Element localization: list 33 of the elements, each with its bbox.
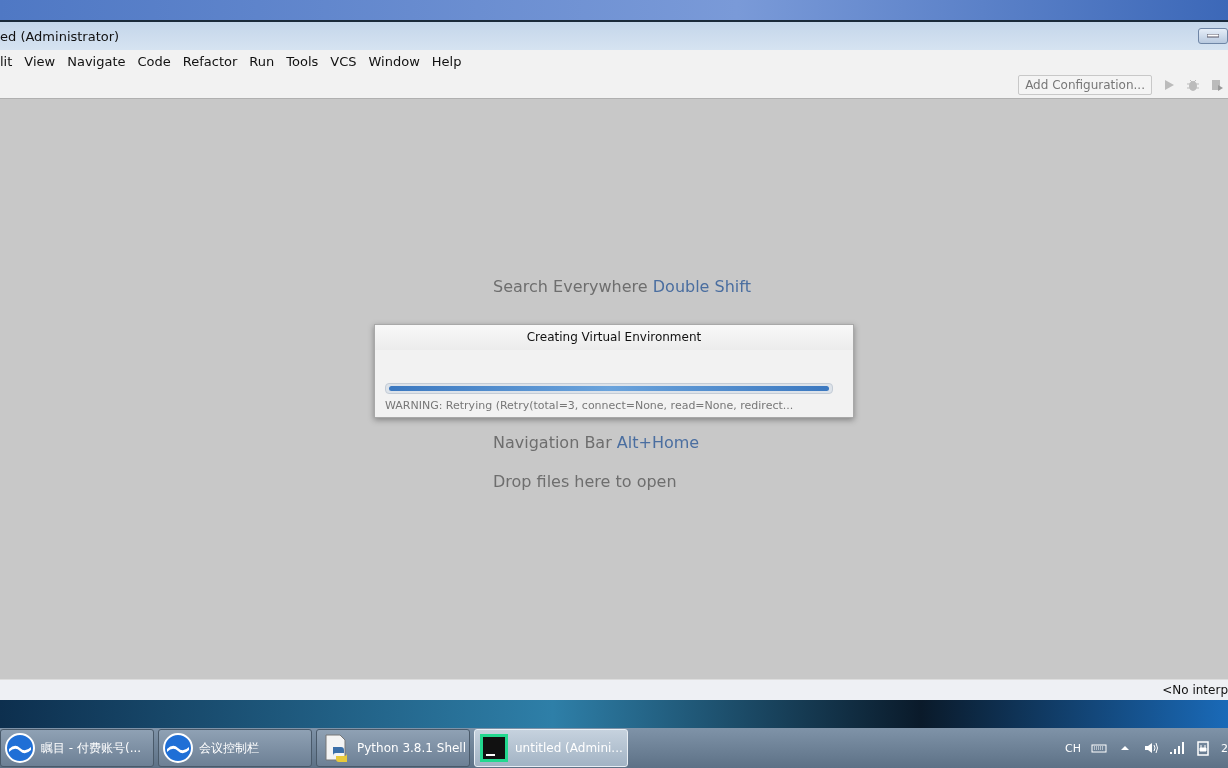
- menu-item[interactable]: Help: [431, 53, 470, 69]
- window-title: ed (Administrator): [0, 28, 120, 44]
- debug-icon[interactable]: [1186, 78, 1200, 92]
- pycharm-logo-icon: [479, 733, 509, 763]
- shortcut-text: Alt+Home: [616, 433, 700, 452]
- speaker-icon[interactable]: [1143, 740, 1159, 756]
- menu-item[interactable]: Run: [249, 53, 283, 69]
- hint-text: Search Everywhere: [493, 277, 648, 296]
- dialog-title: Creating Virtual Environment: [375, 325, 853, 350]
- warning-message: WARNING: Retrying (Retry(total=3, connect=None, read=None, redirect...: [384, 398, 795, 412]
- signal-icon[interactable]: [1169, 740, 1185, 756]
- menu-item[interactable]: Navigate: [67, 53, 134, 69]
- menu-item[interactable]: VCS: [330, 53, 365, 69]
- hint-text: Navigation Bar: [493, 433, 612, 452]
- menu-item[interactable]: Window: [368, 53, 428, 69]
- wave-logo-icon: [163, 733, 193, 763]
- hint-text: Drop files here to open: [493, 472, 677, 491]
- language-indicator[interactable]: CH: [1065, 741, 1081, 755]
- clock[interactable]: 2: [1221, 741, 1228, 755]
- menu-item[interactable]: View: [24, 53, 64, 69]
- menu-item[interactable]: Tools: [286, 53, 327, 69]
- power-plug-icon[interactable]: [1195, 740, 1211, 756]
- wave-logo-icon: [5, 733, 35, 763]
- menu-item[interactable]: Code: [137, 53, 179, 69]
- add-configuration-button[interactable]: Add Configuration...: [1018, 75, 1152, 95]
- minimize-button[interactable]: [1198, 28, 1228, 44]
- interpreter-status[interactable]: <No interp: [1162, 683, 1228, 697]
- menu-item[interactable]: lit: [0, 53, 21, 69]
- run-icon[interactable]: [1162, 78, 1176, 92]
- coverage-icon[interactable]: [1210, 78, 1224, 92]
- shortcut-text: Double Shift: [652, 277, 751, 296]
- minimize-icon: [1207, 34, 1219, 38]
- menu-item[interactable]: Refactor: [182, 53, 246, 69]
